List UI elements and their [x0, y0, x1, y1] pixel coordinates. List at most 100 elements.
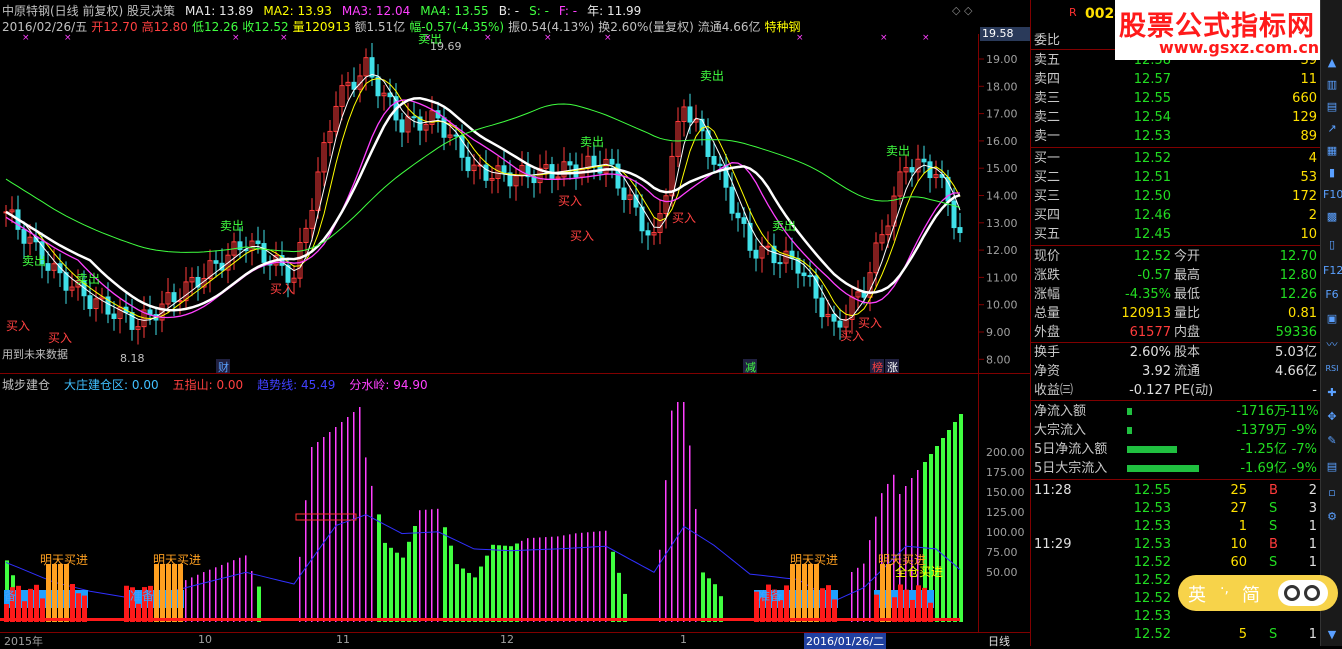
fin-row: 收益㈢ -0.127 PE(动) - [1031, 381, 1321, 400]
fin-value: 3.92 [1142, 364, 1171, 379]
quote-label-2: 内盘 [1174, 325, 1201, 340]
ask-volume: 89 [1300, 129, 1317, 144]
ime-toolbar[interactable]: 英 ·, 简 [1178, 575, 1338, 611]
scroll-up-icon[interactable]: ▲ [1323, 54, 1341, 72]
wuzhishan-bar [784, 585, 789, 622]
ime-english[interactable]: 英 [1188, 581, 1206, 607]
quote-value-2: 12.70 [1279, 249, 1317, 264]
cross-icon[interactable]: ✚ [1323, 384, 1341, 402]
sell-signal-label: 卖出 [22, 254, 46, 268]
buy-signal-label: 买入 [558, 194, 582, 208]
candle-body [261, 243, 267, 263]
bid-price: 12.52 [1133, 151, 1171, 166]
x-axis-label: 2016/01/26/二 [804, 633, 887, 649]
zoom-icon[interactable]: ▤ [1323, 458, 1341, 476]
indicator-bar [371, 485, 373, 622]
sell-signal-label: 卖出 [700, 69, 724, 83]
wuzhishan-bar [820, 588, 825, 622]
indicator-bar [677, 402, 679, 622]
move-icon[interactable]: ✥ [1323, 408, 1341, 426]
quote-item-8: 振0.54(4.13%) [508, 20, 595, 34]
draw-icon[interactable]: ✎ [1323, 432, 1341, 450]
candle-body [729, 186, 735, 214]
fin-label: 净资 [1034, 364, 1061, 379]
bars-icon[interactable]: ▮ [1323, 164, 1341, 182]
ask-price: 12.55 [1133, 91, 1171, 106]
candles-icon[interactable]: ▯ [1323, 236, 1341, 254]
quote-value-2: 0.81 [1288, 306, 1317, 321]
quote-item-6: 额1.51亿 [354, 20, 406, 34]
buy-zone-bar [796, 564, 801, 622]
indicator-bar [611, 551, 615, 622]
macd-icon[interactable]: 〰 [1323, 336, 1341, 354]
candle-body [777, 262, 783, 265]
quote-item-7: 幅-0.57(-4.35%) [409, 20, 505, 34]
period-tab[interactable]: 日线 [988, 633, 1010, 649]
indicator-bar [593, 531, 595, 622]
indicator-bar [683, 402, 685, 622]
indicator-bar [527, 538, 529, 622]
indicator-bar [497, 545, 501, 622]
quote-item-11: 特种钢 [764, 20, 801, 34]
page-icon[interactable]: ▣ [1323, 310, 1341, 328]
indicator-bar [617, 572, 621, 622]
rsi-icon[interactable]: RSI [1323, 360, 1341, 378]
indicator-bar [491, 544, 495, 622]
tick-volume: 60 [1230, 555, 1247, 570]
bid-label: 买二 [1034, 170, 1061, 185]
buy-zone-bar [166, 564, 171, 622]
baseline-bar [0, 618, 960, 621]
ime-punct[interactable]: ·, [1220, 581, 1229, 597]
chart-icon[interactable]: ▦ [1323, 142, 1341, 160]
indicator-bar [947, 430, 951, 622]
volume-icon[interactable]: ▤ [1323, 98, 1341, 116]
indicator-chart[interactable]: 200.00 175.00 150.00 125.00 100.00 75.00 50.00… [0, 374, 1030, 632]
indicator-bar [671, 410, 673, 622]
prepare-label: 准备 [130, 589, 154, 603]
chart-controls[interactable]: ◇ ◇ [952, 4, 972, 17]
flow-bar [1127, 465, 1199, 472]
x-axis-label: 1 [680, 633, 687, 646]
tick-price: 12.55 [1133, 483, 1171, 498]
flow-label: 5日净流入额 [1034, 442, 1108, 457]
full-buy-label: 全仓买进 [895, 564, 943, 579]
candle-body [711, 155, 717, 165]
indicator-bar [323, 437, 325, 622]
indicator-bar [401, 557, 405, 622]
indicator-bar [191, 577, 193, 622]
kline-icon[interactable]: ▥ [1323, 76, 1341, 94]
ime-eye-icon [1304, 585, 1320, 601]
settings-icon[interactable]: ⚙ [1323, 508, 1341, 526]
quote-value: 120913 [1121, 306, 1171, 321]
candle-body [591, 155, 597, 167]
grid-icon[interactable]: ▩ [1323, 208, 1341, 226]
event-marker-cai: 财 [218, 360, 229, 374]
price-chart[interactable]: 19.00 18.00 17.00 16.00 15.00 14.00 13.00 12.00… [0, 34, 1030, 374]
box-icon[interactable]: ▫ [1323, 484, 1341, 502]
tick-row: 12.52 60 S 1 [1031, 553, 1321, 572]
bid-price: 12.46 [1133, 208, 1171, 223]
kline-chart-area[interactable]: 中原特钢(日线 前复权) 股灵决策 MA1: 13.89 MA2: 13.93 MA3… [0, 0, 1030, 649]
bid-volume: 4 [1308, 151, 1317, 166]
buy-zone-bar [46, 564, 51, 622]
candle-body [831, 313, 837, 322]
tick-count: 1 [1308, 555, 1317, 570]
f12-icon[interactable]: F12 [1323, 262, 1342, 280]
trend-icon[interactable]: ↗ [1323, 120, 1341, 138]
f10-icon[interactable]: F10 [1323, 186, 1342, 204]
flow-value: -1.69亿 [1240, 461, 1287, 476]
f6-icon[interactable]: F6 [1323, 286, 1341, 304]
indicator-bar [413, 526, 417, 622]
indicator-bar [587, 532, 589, 622]
axis-divider [978, 34, 979, 632]
indicator-bar [389, 547, 393, 622]
fin-value-2: 4.66亿 [1275, 364, 1317, 379]
fin-label-2: PE(动) [1174, 383, 1214, 398]
buy-signal-label: 买入 [858, 316, 882, 330]
quote-item-9: 换2.60%(量复权) [598, 20, 694, 34]
indicator-bar [515, 543, 519, 622]
scroll-down-icon[interactable]: ▼ [1323, 626, 1341, 644]
ime-simplified[interactable]: 简 [1242, 581, 1260, 607]
indicator-bar [431, 509, 433, 622]
fin-value-2: - [1312, 383, 1317, 398]
